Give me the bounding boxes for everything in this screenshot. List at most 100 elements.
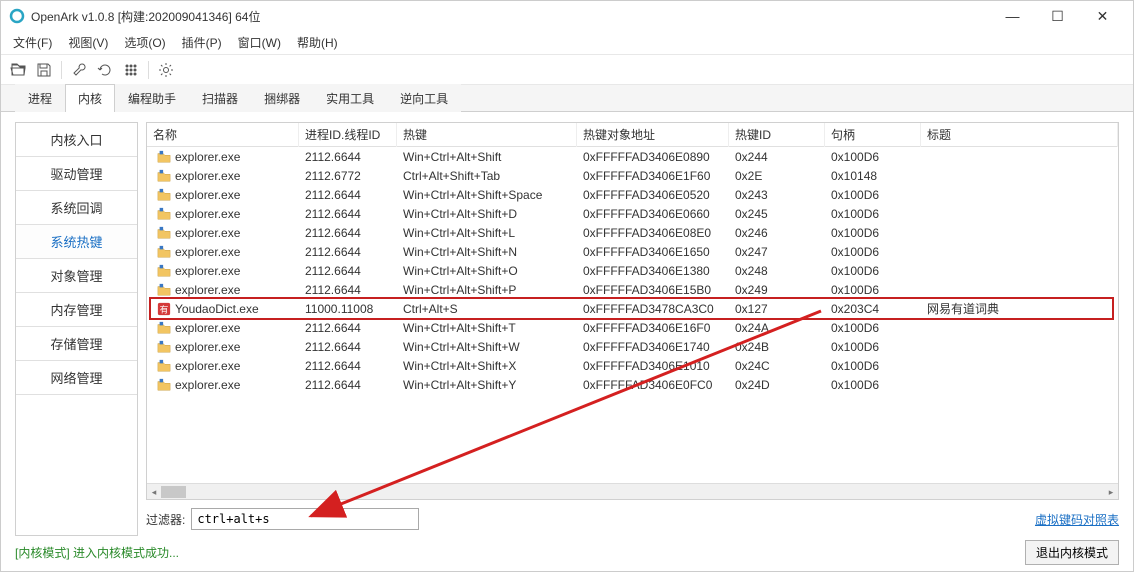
col-hotkey[interactable]: 热键	[397, 123, 577, 147]
cell-pid: 11000.11008	[299, 302, 397, 316]
table-row[interactable]: explorer.exe2112.6644Win+Ctrl+Alt+Shift+…	[147, 204, 1118, 223]
toolbar	[1, 55, 1133, 85]
sidebar-item[interactable]: 内核入口	[16, 123, 137, 157]
scroll-left-arrow[interactable]: ◂	[147, 484, 161, 500]
cell-handle: 0x203C4	[825, 302, 921, 316]
cell-pid: 2112.6644	[299, 188, 397, 202]
hotkey-table: 名称 进程ID.线程ID 热键 热键对象地址 热键ID 句柄 标题 explor…	[146, 122, 1119, 500]
cell-pid: 2112.6644	[299, 340, 397, 354]
cell-hotkey: Win+Ctrl+Alt+Shift+N	[397, 245, 577, 259]
cell-handle: 0x100D6	[825, 264, 921, 278]
maximize-button[interactable]: ☐	[1035, 1, 1080, 31]
col-addr[interactable]: 热键对象地址	[577, 123, 729, 147]
table-row[interactable]: explorer.exe2112.6644Win+Ctrl+Alt+Shift+…	[147, 242, 1118, 261]
close-button[interactable]: ✕	[1080, 1, 1125, 31]
sidebar-item[interactable]: 内存管理	[16, 293, 137, 327]
window-controls: — ☐ ✕	[990, 1, 1125, 31]
refresh-icon[interactable]	[94, 59, 116, 81]
menu-item[interactable]: 选项(O)	[116, 31, 173, 54]
menu-item[interactable]: 插件(P)	[174, 31, 230, 54]
scroll-thumb[interactable]	[161, 486, 186, 498]
tab[interactable]: 捆绑器	[251, 84, 313, 112]
table-row[interactable]: explorer.exe2112.6644Win+Ctrl+Alt+Shift+…	[147, 356, 1118, 375]
cell-handle: 0x100D6	[825, 321, 921, 335]
menubar: 文件(F)视图(V)选项(O)插件(P)窗口(W)帮助(H)	[1, 31, 1133, 55]
table-row[interactable]: explorer.exe 2112.6644Win+Ctrl+Alt+Shift+…	[147, 261, 1118, 280]
tab[interactable]: 逆向工具	[387, 84, 461, 112]
sidebar-item[interactable]: 存储管理	[16, 327, 137, 361]
cell-hotkey: Ctrl+Alt+S	[397, 302, 577, 316]
tab[interactable]: 编程助手	[115, 84, 189, 112]
cell-addr: 0xFFFFFAD3406E1740	[577, 340, 729, 354]
cell-id: 0x2E	[729, 169, 825, 183]
cell-handle: 0x100D6	[825, 340, 921, 354]
process-name: explorer.exe	[175, 283, 240, 297]
table-row[interactable]: explorer.exe2112.6644Win+Ctrl+Alt+Shift+…	[147, 375, 1118, 394]
col-name[interactable]: 名称	[147, 123, 299, 147]
sidebar-item[interactable]: 系统热键	[16, 225, 137, 259]
cell-id: 0x24D	[729, 378, 825, 392]
filter-label: 过滤器:	[146, 511, 185, 528]
scroll-right-arrow[interactable]: ▸	[1104, 484, 1118, 500]
menu-item[interactable]: 视图(V)	[60, 31, 116, 54]
cell-handle: 0x100D6	[825, 359, 921, 373]
cell-id: 0x246	[729, 226, 825, 240]
menu-item[interactable]: 窗口(W)	[230, 31, 289, 54]
tab[interactable]: 内核	[65, 84, 115, 112]
tab[interactable]: 实用工具	[313, 84, 387, 112]
cell-pid: 2112.6644	[299, 359, 397, 373]
cell-hotkey: Win+Ctrl+Alt+Shift+O	[397, 264, 577, 278]
col-handle[interactable]: 句柄	[825, 123, 921, 147]
table-row[interactable]: 有YoudaoDict.exe11000.11008Ctrl+Alt+S0xFF…	[147, 299, 1118, 318]
table-row[interactable]: explorer.exe2112.6644Win+Ctrl+Alt+Shift+…	[147, 223, 1118, 242]
table-body[interactable]: explorer.exe2112.6644Win+Ctrl+Alt+Shift0…	[147, 147, 1118, 483]
cell-pid: 2112.6644	[299, 264, 397, 278]
tab[interactable]: 进程	[15, 84, 65, 112]
table-row[interactable]: explorer.exe2112.6644Win+Ctrl+Alt+Shift+…	[147, 280, 1118, 299]
sidebar: 内核入口驱动管理系统回调系统热键对象管理内存管理存储管理网络管理	[15, 122, 138, 536]
cell-hotkey: Ctrl+Alt+Shift+Tab	[397, 169, 577, 183]
open-icon[interactable]	[7, 59, 29, 81]
vk-code-link[interactable]: 虚拟键码对照表	[1035, 511, 1119, 528]
cell-hotkey: Win+Ctrl+Alt+Shift+D	[397, 207, 577, 221]
col-pid[interactable]: 进程ID.线程ID	[299, 123, 397, 147]
process-name: explorer.exe	[175, 264, 240, 278]
table-row[interactable]: explorer.exe2112.6644Win+Ctrl+Alt+Shift+…	[147, 185, 1118, 204]
sidebar-item[interactable]: 驱动管理	[16, 157, 137, 191]
tab[interactable]: 扫描器	[189, 84, 251, 112]
table-row[interactable]: explorer.exe2112.6644Win+Ctrl+Alt+Shift+…	[147, 337, 1118, 356]
sidebar-item[interactable]: 对象管理	[16, 259, 137, 293]
minimize-button[interactable]: —	[990, 1, 1035, 31]
table-row[interactable]: explorer.exe2112.6772Ctrl+Alt+Shift+Tab0…	[147, 166, 1118, 185]
wrench-icon[interactable]	[68, 59, 90, 81]
gear-icon[interactable]	[155, 59, 177, 81]
cell-pid: 2112.6772	[299, 169, 397, 183]
menu-item[interactable]: 文件(F)	[5, 31, 60, 54]
toolbar-separator	[61, 61, 62, 79]
cell-pid: 2112.6644	[299, 150, 397, 164]
cell-addr: 0xFFFFFAD3406E1F60	[577, 169, 729, 183]
cell-handle: 0x100D6	[825, 283, 921, 297]
cell-hotkey: Win+Ctrl+Alt+Shift+P	[397, 283, 577, 297]
window-title: OpenArk v1.0.8 [构建:202009041346] 64位	[31, 8, 990, 25]
horizontal-scrollbar[interactable]: ◂ ▸	[147, 483, 1118, 499]
exit-kernel-button[interactable]: 退出内核模式	[1025, 540, 1119, 565]
filter-input[interactable]	[191, 508, 419, 530]
table-row[interactable]: explorer.exe2112.6644Win+Ctrl+Alt+Shift+…	[147, 318, 1118, 337]
main-area: 内核入口驱动管理系统回调系统热键对象管理内存管理存储管理网络管理 名称 进程ID…	[1, 112, 1133, 536]
cell-hotkey: Win+Ctrl+Alt+Shift+Space	[397, 188, 577, 202]
col-id[interactable]: 热键ID	[729, 123, 825, 147]
process-name: explorer.exe	[175, 226, 240, 240]
menu-item[interactable]: 帮助(H)	[289, 31, 346, 54]
process-name: explorer.exe	[175, 150, 240, 164]
cell-addr: 0xFFFFFAD3406E1010	[577, 359, 729, 373]
sidebar-item[interactable]: 系统回调	[16, 191, 137, 225]
save-icon[interactable]	[33, 59, 55, 81]
table-row[interactable]: explorer.exe2112.6644Win+Ctrl+Alt+Shift0…	[147, 147, 1118, 166]
col-title[interactable]: 标题	[921, 123, 1118, 147]
process-name: explorer.exe	[175, 378, 240, 392]
sidebar-item[interactable]: 网络管理	[16, 361, 137, 395]
cell-handle: 0x100D6	[825, 207, 921, 221]
cell-handle: 0x100D6	[825, 378, 921, 392]
grid-icon[interactable]	[120, 59, 142, 81]
